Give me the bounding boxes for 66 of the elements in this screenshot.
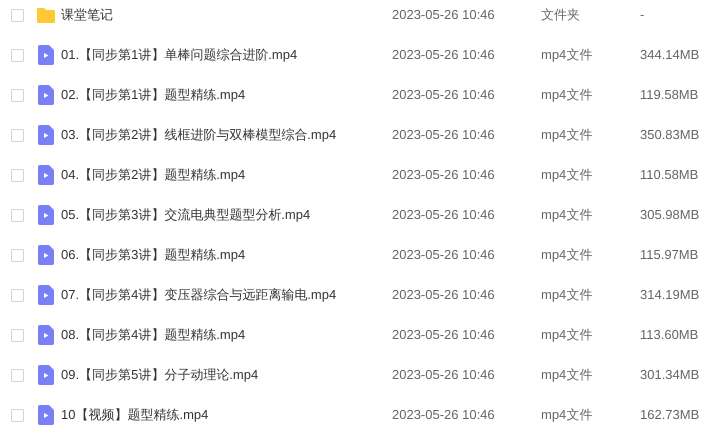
file-size: 301.34MB	[640, 366, 700, 384]
modified-date: 2023-05-26 10:46	[392, 166, 496, 184]
file-name[interactable]: 04.【同步第2讲】题型精练.mp4	[61, 165, 392, 185]
modified-date: 2023-05-26 10:46	[392, 366, 496, 384]
checkbox[interactable]	[10, 328, 24, 342]
checkbox[interactable]	[10, 8, 24, 22]
file-name[interactable]: 08.【同步第4讲】题型精练.mp4	[61, 325, 392, 345]
file-type: mp4文件	[541, 326, 594, 344]
file-name[interactable]: 课堂笔记	[61, 5, 392, 25]
file-type: mp4文件	[541, 206, 594, 224]
checkbox[interactable]	[10, 208, 24, 222]
file-size: 115.97MB	[640, 246, 698, 264]
file-name[interactable]: 02.【同步第1讲】题型精练.mp4	[61, 85, 392, 105]
modified-date: 2023-05-26 10:46	[392, 86, 496, 104]
checkbox[interactable]	[10, 408, 24, 422]
video-file-icon	[38, 205, 54, 225]
video-file-icon	[38, 245, 54, 265]
file-size: -	[640, 6, 644, 24]
file-size: 110.58MB	[640, 166, 698, 184]
modified-date: 2023-05-26 10:46	[392, 6, 496, 24]
file-size: 314.19MB	[640, 286, 700, 304]
modified-date: 2023-05-26 10:46	[392, 326, 496, 344]
video-file-icon	[38, 125, 54, 145]
modified-date: 2023-05-26 10:46	[392, 46, 496, 64]
video-file-icon	[38, 285, 54, 305]
video-file-icon	[38, 85, 54, 105]
file-size: 113.60MB	[640, 326, 698, 344]
file-name[interactable]: 09.【同步第5讲】分子动理论.mp4	[61, 365, 392, 385]
file-name[interactable]: 10【视频】题型精练.mp4	[61, 405, 392, 425]
file-type: mp4文件	[541, 366, 594, 384]
video-file-icon	[38, 325, 54, 345]
file-size: 162.73MB	[640, 406, 700, 424]
file-size: 344.14MB	[640, 46, 700, 64]
file-name[interactable]: 07.【同步第4讲】变压器综合与远距离输电.mp4	[61, 285, 392, 305]
file-type: mp4文件	[541, 46, 594, 64]
video-file-icon	[38, 405, 54, 425]
video-file-icon	[38, 165, 54, 185]
video-file-icon	[38, 45, 54, 65]
file-type: mp4文件	[541, 126, 594, 144]
file-name[interactable]: 05.【同步第3讲】交流电典型题型分析.mp4	[61, 205, 392, 225]
checkbox[interactable]	[10, 248, 24, 262]
checkbox[interactable]	[10, 288, 24, 302]
file-type: mp4文件	[541, 406, 594, 424]
checkbox[interactable]	[10, 168, 24, 182]
file-name[interactable]: 06.【同步第3讲】题型精练.mp4	[61, 245, 392, 265]
file-size: 305.98MB	[640, 206, 700, 224]
modified-date: 2023-05-26 10:46	[392, 286, 496, 304]
file-name[interactable]: 01.【同步第1讲】单棒问题综合进阶.mp4	[61, 45, 392, 65]
modified-date: 2023-05-26 10:46	[392, 126, 496, 144]
folder-icon	[36, 6, 56, 24]
file-name[interactable]: 03.【同步第2讲】线框进阶与双棒模型综合.mp4	[61, 125, 392, 145]
file-type: mp4文件	[541, 286, 594, 304]
modified-date: 2023-05-26 10:46	[392, 206, 496, 224]
file-type: 文件夹	[541, 6, 581, 24]
file-type: mp4文件	[541, 166, 594, 184]
checkbox[interactable]	[10, 128, 24, 142]
file-type: mp4文件	[541, 246, 594, 264]
checkbox[interactable]	[10, 48, 24, 62]
checkbox[interactable]	[10, 88, 24, 102]
file-size: 119.58MB	[640, 86, 698, 104]
file-size: 350.83MB	[640, 126, 700, 144]
modified-date: 2023-05-26 10:46	[392, 406, 496, 424]
video-file-icon	[38, 365, 54, 385]
modified-date: 2023-05-26 10:46	[392, 246, 496, 264]
file-type: mp4文件	[541, 86, 594, 104]
checkbox[interactable]	[10, 368, 24, 382]
